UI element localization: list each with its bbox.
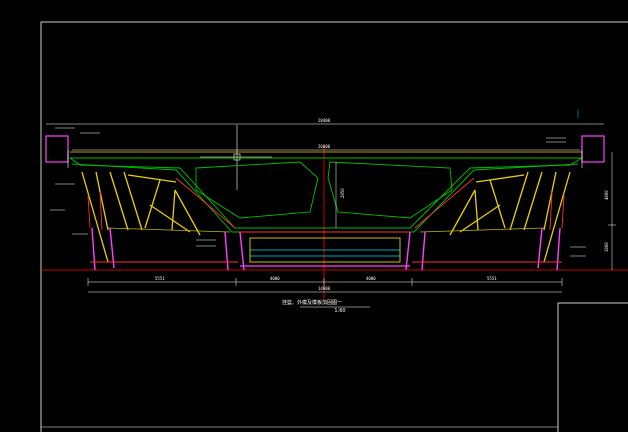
leader-annotations xyxy=(50,110,586,257)
left-truss xyxy=(81,171,245,271)
drawing-frame xyxy=(40,21,628,432)
dim-top-overall: 28400 xyxy=(318,118,331,123)
drawing-title: 挂篮、外模及模板加固图一 xyxy=(282,299,342,306)
dim-bottom-seg-3: 4000 xyxy=(366,276,376,281)
bottom-platform xyxy=(240,231,410,267)
dim-right-height-upper: 4800 xyxy=(604,190,609,200)
dim-bottom-seg-2: 4000 xyxy=(270,276,280,281)
reference-lines xyxy=(41,125,628,300)
dim-center-height: 2850 xyxy=(340,188,345,198)
dim-bottom-total: 14800 xyxy=(318,286,331,291)
top-walkway xyxy=(45,135,605,168)
dim-right-height-lower: 1800 xyxy=(604,242,609,252)
dim-bottom-seg-1: 5551 xyxy=(155,276,165,281)
dim-top-inner: 26600 xyxy=(318,144,331,149)
cad-drawing-canvas[interactable]: 28400 26600 5551 4000 4000 5551 14800 28… xyxy=(0,0,628,432)
drawing-scale: 1:60 xyxy=(334,308,345,314)
dim-bottom-seg-4: 5551 xyxy=(487,276,497,281)
right-truss xyxy=(405,171,571,271)
